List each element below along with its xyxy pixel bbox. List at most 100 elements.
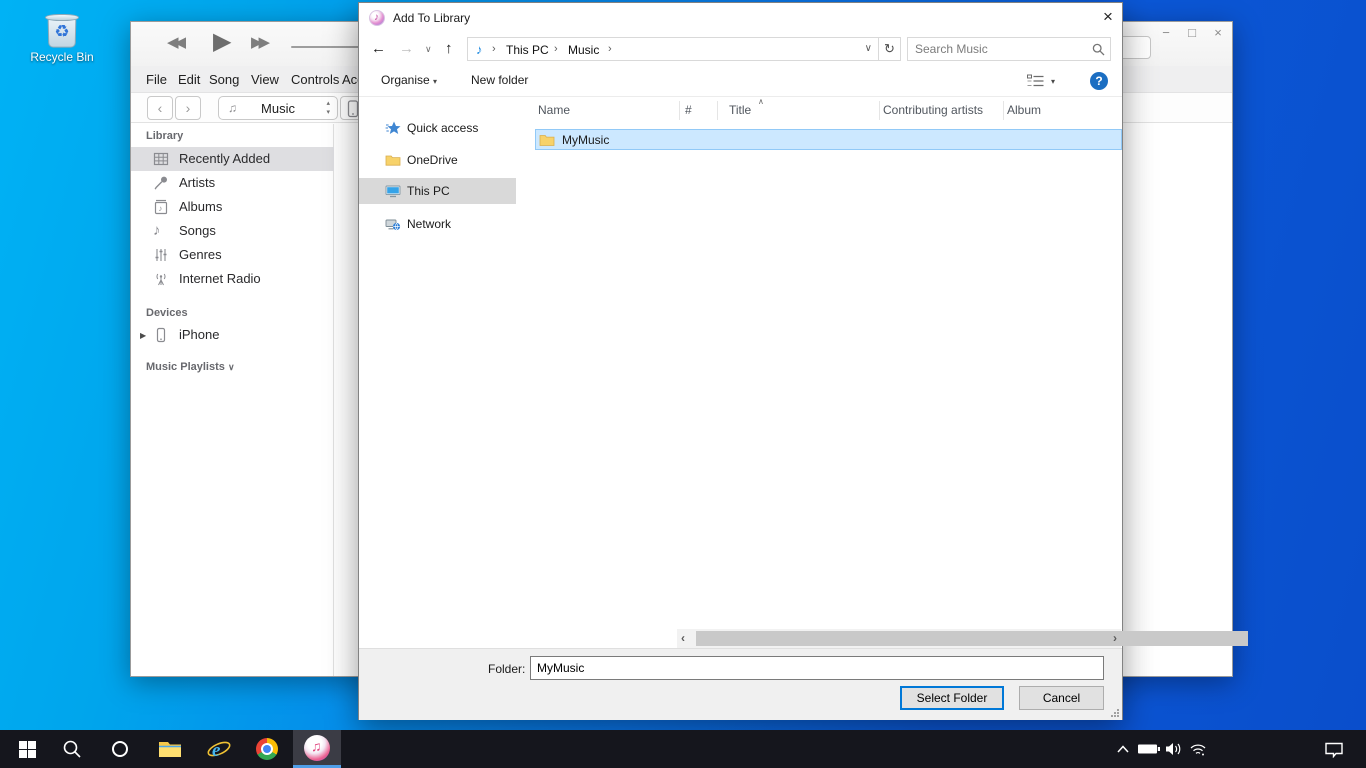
organise-menu[interactable]: Organise ▾ [381, 73, 437, 87]
show-hidden-icons-button[interactable] [1112, 730, 1134, 768]
up-button[interactable]: ↑ [445, 40, 453, 57]
column-header-contributing-artists[interactable]: Contributing artists [883, 103, 983, 117]
svg-text:♪: ♪ [158, 204, 162, 213]
itunes-forward-button[interactable]: › [175, 96, 201, 120]
dialog-nav-band: ← → ∨ ↑ ♪ › This PC › Music › ∨ ↻ [359, 33, 1122, 65]
rewind-button[interactable]: ◀◀ [167, 33, 182, 51]
sidebar-item-songs[interactable]: ♪ Songs [131, 219, 334, 243]
sidebar-item-albums[interactable]: ♪ Albums [131, 195, 334, 219]
fast-forward-button[interactable]: ▶▶ [251, 33, 266, 51]
dialog-toolbar: Organise ▾ New folder ▾ ? [359, 65, 1122, 97]
crumb-separator[interactable]: › [554, 43, 558, 55]
itunes-close-button[interactable]: × [1209, 25, 1227, 40]
recycle-bin[interactable]: ♻ Recycle Bin [22, 10, 102, 82]
itunes-taskbar-button[interactable]: ♫ [293, 730, 341, 768]
dialog-body: Quick access OneDrive This PC [359, 97, 1122, 648]
speaker-icon [1164, 741, 1184, 757]
network-indicator[interactable] [1186, 730, 1210, 768]
disclosure-icon[interactable]: ▶ [140, 331, 146, 340]
column-header-title[interactable]: Title [729, 103, 751, 117]
horizontal-scrollbar[interactable]: ‹ › [677, 629, 1121, 648]
scrollbar-thumb[interactable] [696, 631, 1248, 646]
sidebar-item-iphone[interactable]: ▶ iPhone [131, 323, 334, 347]
media-picker[interactable]: ♫ Music ▴▾ [218, 96, 338, 120]
view-dropdown-chevron[interactable]: ▾ [1051, 77, 1055, 86]
tree-item-this-pc[interactable]: This PC [359, 178, 516, 204]
chevron-updown-icon: ▴▾ [326, 99, 330, 117]
wifi-icon [1188, 741, 1208, 757]
select-folder-button[interactable]: Select Folder [900, 686, 1004, 710]
search-box [907, 37, 1111, 61]
windows-logo-icon [19, 741, 36, 758]
folder-icon [385, 152, 401, 168]
back-button[interactable]: ← [371, 40, 386, 57]
itunes-icon: ♫ [304, 735, 330, 761]
column-header-name[interactable]: Name [538, 103, 570, 117]
file-row-mymusic[interactable]: MyMusic [535, 129, 1122, 150]
folder-icon [539, 132, 555, 148]
sidebar-item-artists[interactable]: Artists [131, 171, 334, 195]
breadcrumb-music[interactable]: Music [568, 43, 599, 57]
menu-view[interactable]: View [251, 72, 279, 87]
resize-grip[interactable] [1110, 708, 1119, 717]
album-icon: ♪ [153, 199, 169, 215]
crumb-separator[interactable]: › [608, 43, 612, 55]
file-explorer-button[interactable] [146, 730, 194, 768]
taskbar-search-button[interactable] [48, 730, 96, 768]
music-playlists-header[interactable]: Music Playlists ∨ [146, 361, 235, 373]
dialog-close-button[interactable]: × [1092, 3, 1124, 33]
new-folder-button[interactable]: New folder [471, 73, 528, 87]
tree-item-network[interactable]: Network [359, 211, 516, 237]
cortana-button[interactable] [96, 730, 144, 768]
volume-indicator[interactable] [1162, 730, 1186, 768]
battery-indicator[interactable] [1136, 730, 1162, 768]
cancel-button[interactable]: Cancel [1019, 686, 1104, 710]
internet-explorer-button[interactable]: e [195, 730, 243, 768]
tree-item-onedrive[interactable]: OneDrive [359, 147, 516, 173]
add-to-library-dialog: ♪ Add To Library × ← → ∨ ↑ ♪ › This PC ›… [358, 2, 1123, 720]
menu-file[interactable]: File [146, 72, 167, 87]
view-list-icon[interactable] [1027, 74, 1044, 88]
folder-input[interactable] [537, 658, 1097, 678]
help-icon[interactable]: ? [1090, 72, 1108, 90]
itunes-minimize-button[interactable]: − [1157, 25, 1175, 40]
address-dropdown-chevron[interactable]: ∨ [865, 43, 872, 54]
sidebar-item-genres[interactable]: Genres [131, 243, 334, 267]
column-header-number[interactable]: # [685, 103, 692, 117]
address-bar[interactable]: ♪ › This PC › Music › ∨ [467, 37, 879, 61]
sort-ascending-icon: ∧ [758, 97, 764, 106]
itunes-app-icon: ♪ [369, 10, 385, 26]
menu-edit[interactable]: Edit [178, 72, 200, 87]
dialog-titlebar: ♪ Add To Library × [359, 3, 1122, 33]
grid-icon [153, 151, 169, 167]
chrome-button[interactable] [243, 730, 291, 768]
scroll-right-arrow[interactable]: › [1113, 631, 1117, 645]
file-list: ∧ Name # Title Contributing artists Albu… [518, 97, 1122, 648]
action-center-button[interactable] [1320, 730, 1348, 768]
sidebar-item-recently-added[interactable]: Recently Added [131, 147, 334, 171]
menu-song[interactable]: Song [209, 72, 239, 87]
crumb-separator[interactable]: › [492, 43, 496, 55]
dialog-footer: Folder: Select Folder Cancel [359, 648, 1122, 720]
folder-tree-pane: Quick access OneDrive This PC [359, 97, 517, 648]
search-input[interactable] [915, 39, 1087, 59]
itunes-maximize-button[interactable]: □ [1183, 25, 1201, 40]
play-button[interactable]: ▶ [213, 27, 231, 56]
chevron-up-icon [1116, 744, 1130, 754]
itunes-back-button[interactable]: ‹ [147, 96, 173, 120]
recent-locations-chevron[interactable]: ∨ [425, 44, 432, 55]
start-button[interactable] [3, 730, 51, 768]
forward-button[interactable]: → [399, 40, 414, 57]
tree-item-quick-access[interactable]: Quick access [359, 115, 516, 141]
devices-header: Devices [146, 307, 188, 319]
menu-controls[interactable]: Controls [291, 72, 339, 87]
scroll-left-arrow[interactable]: ‹ [681, 631, 685, 645]
itunes-sidebar: Library Recently Added Artists [131, 124, 334, 676]
iphone-icon [153, 327, 169, 343]
sidebar-item-internet-radio[interactable]: Internet Radio [131, 267, 334, 291]
music-library-icon: ♪ [476, 42, 483, 57]
breadcrumb-this-pc[interactable]: This PC [506, 43, 549, 57]
refresh-button[interactable]: ↻ [879, 37, 901, 61]
column-header-album[interactable]: Album [1007, 103, 1041, 117]
cortana-icon [112, 741, 128, 757]
